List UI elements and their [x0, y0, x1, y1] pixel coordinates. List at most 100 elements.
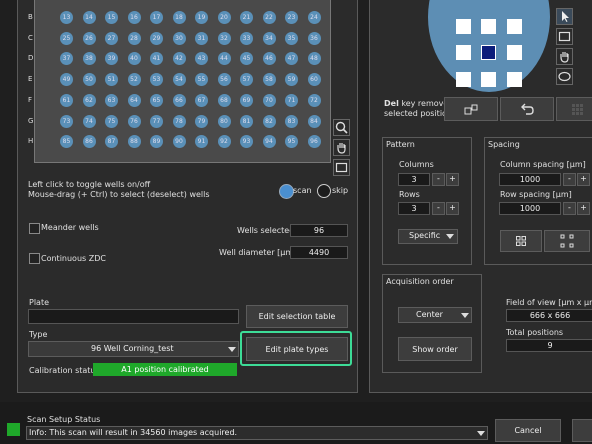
well[interactable]: 58	[262, 73, 276, 87]
position-square[interactable]	[481, 45, 496, 60]
continuous-zdc-checkbox[interactable]	[29, 253, 40, 264]
well[interactable]: 54	[172, 73, 186, 87]
well[interactable]: 67	[195, 93, 208, 107]
position-square[interactable]	[456, 45, 471, 60]
row-spacing-field[interactable]: 1000	[499, 202, 561, 215]
well[interactable]: 27	[105, 31, 118, 45]
edit-selection-table-button[interactable]: Edit selection table	[246, 305, 348, 328]
rows-increment-button[interactable]: +	[446, 202, 459, 215]
well[interactable]: 79	[195, 114, 208, 128]
well[interactable]: 84	[307, 114, 321, 128]
well[interactable]: 71	[285, 93, 298, 107]
ellipse-tool-button[interactable]	[556, 68, 573, 85]
layout-spread-button[interactable]	[544, 230, 590, 252]
well[interactable]: 30	[172, 31, 186, 45]
status-message-select[interactable]: Info: This scan will result in 34560 ima…	[26, 426, 488, 440]
well[interactable]: 69	[240, 93, 253, 107]
well[interactable]: 15	[105, 11, 118, 24]
columns-decrement-button[interactable]: -	[432, 173, 445, 186]
well-diameter-field[interactable]: 4490	[290, 246, 348, 259]
well[interactable]: 90	[172, 135, 186, 149]
well[interactable]: 25	[60, 31, 73, 45]
well[interactable]: 75	[105, 114, 118, 128]
well[interactable]: 81	[240, 114, 253, 128]
pointer-tool-button[interactable]	[556, 8, 573, 25]
meander-wells-checkbox[interactable]	[29, 223, 40, 234]
well[interactable]: 78	[172, 114, 186, 128]
columns-field[interactable]: 3	[398, 173, 430, 186]
row-spacing-decrement-button[interactable]: -	[563, 202, 576, 215]
well[interactable]: 59	[285, 73, 298, 87]
well[interactable]: 29	[150, 31, 163, 45]
well[interactable]: 88	[127, 135, 141, 149]
position-square[interactable]	[456, 72, 471, 87]
well[interactable]: 35	[285, 31, 298, 45]
well[interactable]: 74	[82, 114, 96, 128]
undo-button[interactable]	[500, 97, 554, 121]
well[interactable]: 20	[217, 11, 231, 24]
grid-options-button[interactable]	[556, 97, 592, 121]
well[interactable]: 82	[262, 114, 276, 128]
move-positions-button[interactable]	[444, 97, 498, 121]
well[interactable]: 34	[262, 31, 276, 45]
hand-tool-button[interactable]	[556, 48, 573, 65]
well[interactable]: 77	[150, 114, 163, 128]
well[interactable]: 83	[285, 114, 298, 128]
edit-plate-types-button[interactable]: Edit plate types	[246, 337, 348, 361]
well[interactable]: 56	[217, 73, 231, 87]
column-spacing-increment-button[interactable]: +	[577, 173, 590, 186]
well[interactable]: 23	[285, 11, 298, 24]
well[interactable]: 53	[150, 73, 163, 87]
pan-tool-button[interactable]	[333, 139, 350, 156]
position-square[interactable]	[507, 72, 522, 87]
well[interactable]: 26	[82, 31, 96, 45]
columns-increment-button[interactable]: +	[446, 173, 459, 186]
column-spacing-field[interactable]: 1000	[499, 173, 561, 186]
position-square[interactable]	[481, 72, 496, 87]
well[interactable]: 94	[262, 135, 276, 149]
well[interactable]: 64	[127, 93, 141, 107]
well[interactable]: 24	[307, 11, 321, 24]
well[interactable]: 36	[307, 31, 321, 45]
well[interactable]: 44	[217, 52, 231, 66]
rect-tool-button[interactable]	[556, 28, 573, 45]
select-rect-tool-button[interactable]	[333, 159, 350, 176]
well[interactable]: 17	[150, 11, 163, 24]
well[interactable]: 92	[217, 135, 231, 149]
position-square[interactable]	[481, 19, 496, 34]
cancel-button[interactable]: Cancel	[495, 419, 561, 442]
well[interactable]: 33	[240, 31, 253, 45]
well[interactable]: 62	[82, 93, 96, 107]
acquisition-order-select[interactable]: Center	[398, 307, 472, 323]
well[interactable]: 96	[307, 135, 321, 149]
plate-type-select[interactable]: 96 Well Corning_test	[28, 341, 239, 357]
well[interactable]: 18	[172, 11, 186, 24]
rows-field[interactable]: 3	[398, 202, 430, 215]
plate-field[interactable]	[28, 309, 239, 324]
row-spacing-increment-button[interactable]: +	[577, 202, 590, 215]
well[interactable]: 48	[307, 52, 321, 66]
well[interactable]: 19	[195, 11, 208, 24]
well[interactable]: 86	[82, 135, 96, 149]
well[interactable]: 63	[105, 93, 118, 107]
skip-radio[interactable]	[317, 184, 331, 198]
well[interactable]: 14	[82, 11, 96, 24]
rows-decrement-button[interactable]: -	[432, 202, 445, 215]
position-square[interactable]	[507, 19, 522, 34]
position-square[interactable]	[507, 45, 522, 60]
well[interactable]: 22	[262, 11, 276, 24]
next-button[interactable]	[572, 419, 592, 442]
well[interactable]: 40	[127, 52, 141, 66]
well[interactable]: 21	[240, 11, 253, 24]
pattern-mode-select[interactable]: Specific	[398, 229, 458, 244]
well[interactable]: 32	[217, 31, 231, 45]
show-order-button[interactable]: Show order	[398, 337, 472, 361]
well[interactable]: 51	[105, 73, 118, 87]
well[interactable]: 55	[195, 73, 208, 87]
well[interactable]: 73	[60, 114, 73, 128]
well[interactable]: 61	[60, 93, 73, 107]
well[interactable]: 42	[172, 52, 186, 66]
well[interactable]: 31	[195, 31, 208, 45]
well[interactable]: 49	[60, 73, 73, 87]
well[interactable]: 72	[307, 93, 321, 107]
